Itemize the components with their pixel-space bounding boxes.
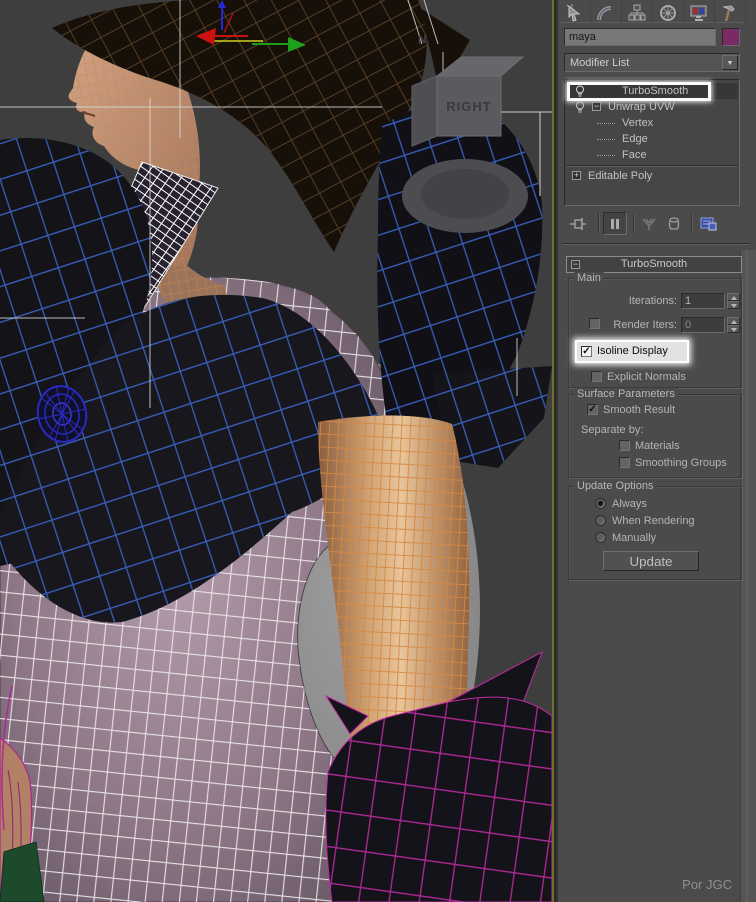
motion-wheel-icon <box>660 5 676 21</box>
smoothing-groups-label: Smoothing Groups <box>635 457 727 469</box>
green-patch <box>0 841 45 902</box>
manually-radio[interactable] <box>595 532 606 543</box>
shoulder-armor-right <box>377 100 552 468</box>
always-label: Always <box>612 498 647 510</box>
pin-stack-button[interactable] <box>566 212 590 235</box>
rollout-collapse-icon[interactable]: − <box>571 260 580 269</box>
hierarchy-boxes-icon <box>628 4 646 21</box>
manually-label: Manually <box>612 532 657 544</box>
group-legend: Update Options <box>574 480 657 492</box>
modifier-list-label: Modifier List <box>570 57 630 69</box>
when-rendering-label: When Rendering <box>612 515 695 527</box>
pin-icon <box>570 217 586 230</box>
viewcube-side-label: N <box>418 32 427 47</box>
stack-subitem-edge[interactable]: Edge <box>566 131 738 147</box>
stack-item-label[interactable]: Edge <box>622 131 648 147</box>
toolbar-separator <box>633 213 635 233</box>
separate-by-label: Separate by: <box>581 424 644 436</box>
tab-utilities[interactable] <box>715 0 746 23</box>
modify-arc-icon <box>597 6 612 21</box>
tutorial-highlight-isoline: ✓ Isoline Display <box>575 340 689 363</box>
toolbar-separator <box>691 213 693 233</box>
group-update-options: Update Options Always When Rendering Man… <box>568 480 742 580</box>
rollout-scroll-strip[interactable] <box>740 250 756 902</box>
show-end-result-button[interactable] <box>603 212 627 235</box>
show-end-result-icon <box>611 218 619 229</box>
render-iters-field[interactable]: 0 <box>681 317 725 333</box>
iterations-spinner[interactable] <box>727 293 740 309</box>
modifier-stack: TurboSmooth − Unwrap UVW Vertex Edge Fac… <box>564 79 740 206</box>
group-legend: Surface Parameters <box>574 388 678 400</box>
stack-item-editable-poly[interactable]: + Editable Poly <box>566 168 738 184</box>
when-rendering-radio[interactable] <box>595 515 606 526</box>
stack-item-unwrap-uvw[interactable]: − Unwrap UVW <box>566 99 738 115</box>
explicit-normals-checkbox[interactable] <box>591 371 602 382</box>
modifier-list-dropdown[interactable]: Modifier List ▼ <box>564 53 740 72</box>
toolbar-separator <box>598 213 600 233</box>
group-legend: Main <box>574 272 604 284</box>
display-monitor-icon <box>690 5 707 21</box>
update-button[interactable]: Update <box>603 551 699 571</box>
tab-create[interactable] <box>560 0 591 23</box>
dropdown-arrow-icon[interactable]: ▼ <box>722 55 738 70</box>
active-viewport-border <box>552 0 556 902</box>
materials-label: Materials <box>635 440 680 452</box>
isoline-display-label: Isoline Display <box>597 345 668 357</box>
watermark-text: Por JGC <box>682 877 732 892</box>
utilities-hammer-icon <box>722 5 735 22</box>
smooth-result-label: Smooth Result <box>603 404 676 416</box>
smooth-result-checkbox[interactable]: ✓ <box>587 404 598 415</box>
configure-sets-icon <box>700 217 716 231</box>
iterations-field[interactable]: 1 <box>681 293 725 309</box>
collapse-box-icon[interactable]: − <box>592 102 601 111</box>
tree-line <box>597 155 615 156</box>
tab-motion[interactable] <box>653 0 684 23</box>
isoline-display-checkbox[interactable]: ✓ <box>581 346 592 357</box>
tree-line <box>597 139 615 140</box>
rollout-title: TurboSmooth <box>620 258 688 270</box>
tab-display[interactable] <box>684 0 715 23</box>
make-unique-icon <box>642 218 656 230</box>
trash-icon <box>668 217 680 230</box>
stack-item-label[interactable]: Face <box>622 147 646 163</box>
smoothing-groups-checkbox[interactable] <box>619 457 630 468</box>
always-radio[interactable] <box>595 498 606 509</box>
create-arrow-icon <box>566 4 581 22</box>
stack-subitem-face[interactable]: Face <box>566 147 738 163</box>
object-color-swatch[interactable] <box>722 28 740 46</box>
group-surface-parameters: Surface Parameters ✓ Smooth Result Separ… <box>568 388 742 478</box>
iterations-label: Iterations: <box>628 295 677 307</box>
configure-modifier-sets-button[interactable] <box>696 212 720 235</box>
render-iters-label: Render Iters: <box>613 319 677 331</box>
modifier-on-bulb-icon[interactable] <box>574 101 586 114</box>
tab-modify[interactable] <box>591 0 622 23</box>
stack-item-label[interactable]: Editable Poly <box>588 168 652 184</box>
make-unique-button[interactable] <box>637 212 661 235</box>
materials-checkbox[interactable] <box>619 440 630 451</box>
group-main: Main Iterations: 1 Render Iters: 0 ✓ Iso… <box>568 272 742 388</box>
panel-divider <box>562 243 750 245</box>
render-iters-checkbox[interactable] <box>589 318 600 329</box>
stack-item-label[interactable]: Unwrap UVW <box>608 99 675 115</box>
viewport-3d[interactable]: RIGHT N <box>0 0 553 902</box>
application-window: RIGHT N maya Modifier List ▼ TurboSmooth… <box>0 0 756 902</box>
viewport-scene: RIGHT N <box>0 0 553 902</box>
remove-modifier-button[interactable] <box>662 212 686 235</box>
rollout-header-turbosmooth[interactable]: − TurboSmooth <box>566 256 742 273</box>
object-name-field[interactable] <box>564 28 716 46</box>
stack-toolbar <box>558 211 756 237</box>
stack-divider <box>566 165 738 167</box>
render-iters-spinner[interactable] <box>727 317 740 333</box>
viewcube-face-label[interactable]: RIGHT <box>446 99 491 114</box>
tree-line <box>597 123 615 124</box>
stack-subitem-vertex[interactable]: Vertex <box>566 115 738 131</box>
command-panel-tabs <box>560 0 746 23</box>
stack-item-label[interactable]: Vertex <box>622 115 653 131</box>
command-panel: Modifier List ▼ TurboSmooth − Unwrap UVW… <box>558 0 756 902</box>
explicit-normals-label: Explicit Normals <box>607 371 686 383</box>
tab-hierarchy[interactable] <box>622 0 653 23</box>
expand-box-icon[interactable]: + <box>572 171 581 180</box>
